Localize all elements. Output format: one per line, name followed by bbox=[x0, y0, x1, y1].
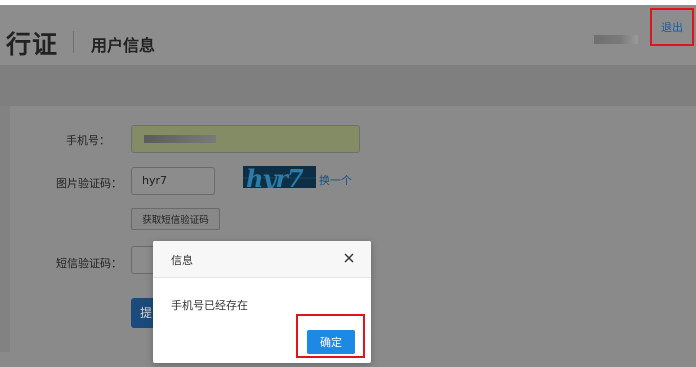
captcha-image[interactable]: hyr7 bbox=[243, 166, 316, 188]
sms-code-label: 短信验证码： bbox=[56, 257, 122, 270]
dialog-title: 信息 bbox=[171, 254, 193, 267]
dialog-message: 手机号已经存在 bbox=[171, 299, 248, 312]
header-divider bbox=[73, 31, 74, 53]
subheader-bar bbox=[0, 66, 696, 106]
close-icon[interactable] bbox=[341, 250, 357, 266]
page-title: 用户信息 bbox=[91, 36, 156, 55]
header-bar: 行证 用户信息 bbox=[0, 5, 696, 66]
info-dialog: 信息 手机号已经存在 确定 bbox=[153, 241, 371, 363]
confirm-button[interactable]: 确定 bbox=[307, 330, 355, 354]
phone-label: 手机号： bbox=[66, 134, 110, 147]
get-sms-code-button[interactable]: 获取短信验证码 bbox=[131, 208, 220, 230]
phone-input[interactable] bbox=[131, 125, 360, 153]
logout-link[interactable]: 退出 bbox=[650, 8, 694, 46]
masked-username bbox=[594, 35, 638, 44]
left-edge bbox=[0, 106, 10, 367]
brand-title: 行证 bbox=[6, 30, 59, 59]
dialog-header: 信息 bbox=[153, 241, 371, 278]
masked-phone-number bbox=[144, 135, 216, 143]
captcha-input[interactable]: hyr7 bbox=[131, 167, 215, 195]
captcha-image-text: hyr7 bbox=[246, 166, 304, 188]
refresh-captcha-link[interactable]: 换一个 bbox=[319, 172, 352, 188]
captcha-label: 图片验证码： bbox=[56, 177, 122, 190]
